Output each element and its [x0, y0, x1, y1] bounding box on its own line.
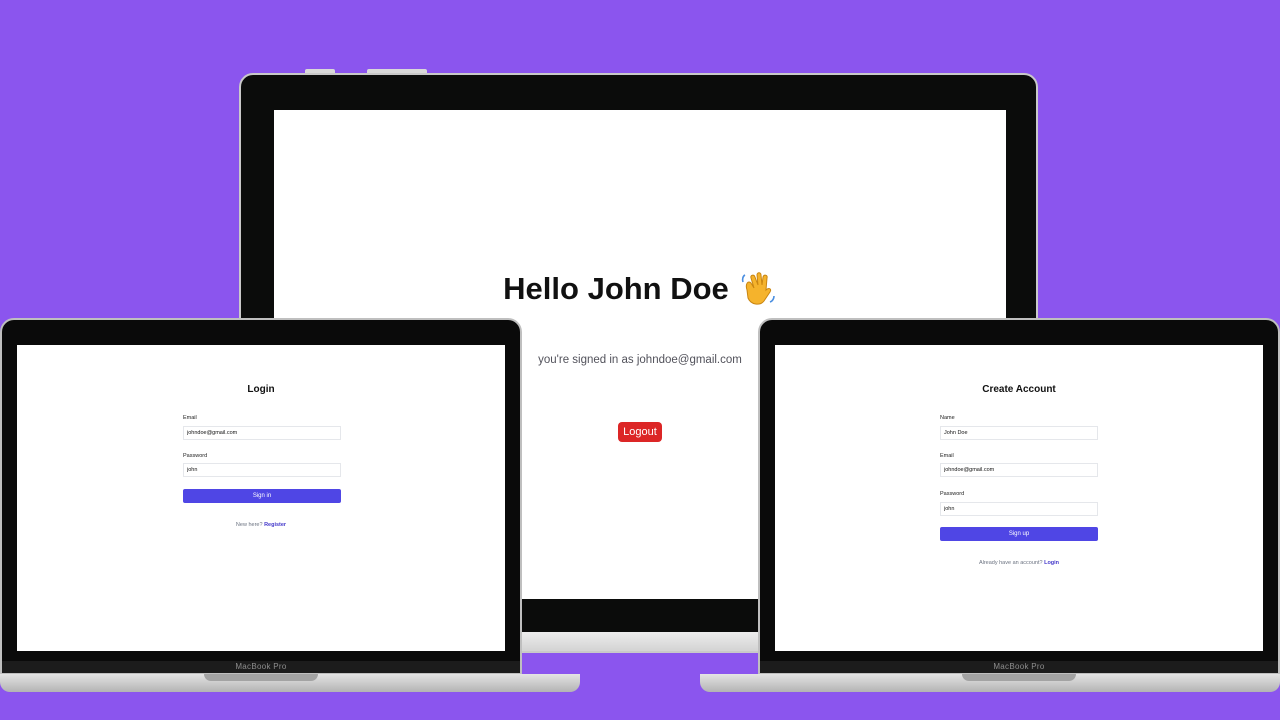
name-field[interactable] [940, 426, 1098, 440]
waving-hand-icon [739, 270, 777, 308]
register-prompt: New here? Register [17, 522, 505, 528]
password-field[interactable] [183, 463, 341, 477]
register-prompt-text: New here? [235, 522, 263, 528]
login-link[interactable]: Login [1044, 560, 1059, 566]
login-screen: Login Email Password Sign in New here? R… [17, 345, 505, 651]
laptop-brand-label: MacBook Pro [760, 661, 1278, 673]
login-prompt-text: Already have an account? [978, 560, 1043, 566]
login-laptop-notch [204, 674, 318, 681]
register-link[interactable]: Register [264, 522, 286, 528]
sign-up-button[interactable]: Sign up [940, 527, 1098, 541]
password-label: Password [940, 491, 965, 497]
greeting-heading: Hello John Doe [274, 270, 1006, 308]
email-label: Email [183, 415, 197, 421]
sign-in-button[interactable]: Sign in [183, 489, 341, 503]
email-field[interactable] [183, 426, 341, 440]
laptop-brand-label: MacBook Pro [2, 661, 520, 673]
email-label: Email [940, 453, 954, 459]
login-title: Login [247, 384, 275, 395]
password-field[interactable] [940, 502, 1098, 516]
name-label: Name [940, 415, 955, 421]
email-field[interactable] [940, 463, 1098, 477]
create-account-title: Create Account [982, 384, 1056, 395]
register-screen: Create Account Name Email Password Sign … [775, 345, 1263, 651]
login-prompt: Already have an account? Login [775, 560, 1263, 566]
password-label: Password [183, 453, 208, 459]
login-laptop: Login Email Password Sign in New here? R… [0, 318, 522, 674]
greeting-text: Hello John Doe [503, 271, 729, 306]
register-laptop-notch [962, 674, 1076, 681]
logout-button[interactable]: Logout [618, 422, 662, 442]
register-laptop: Create Account Name Email Password Sign … [758, 318, 1280, 674]
